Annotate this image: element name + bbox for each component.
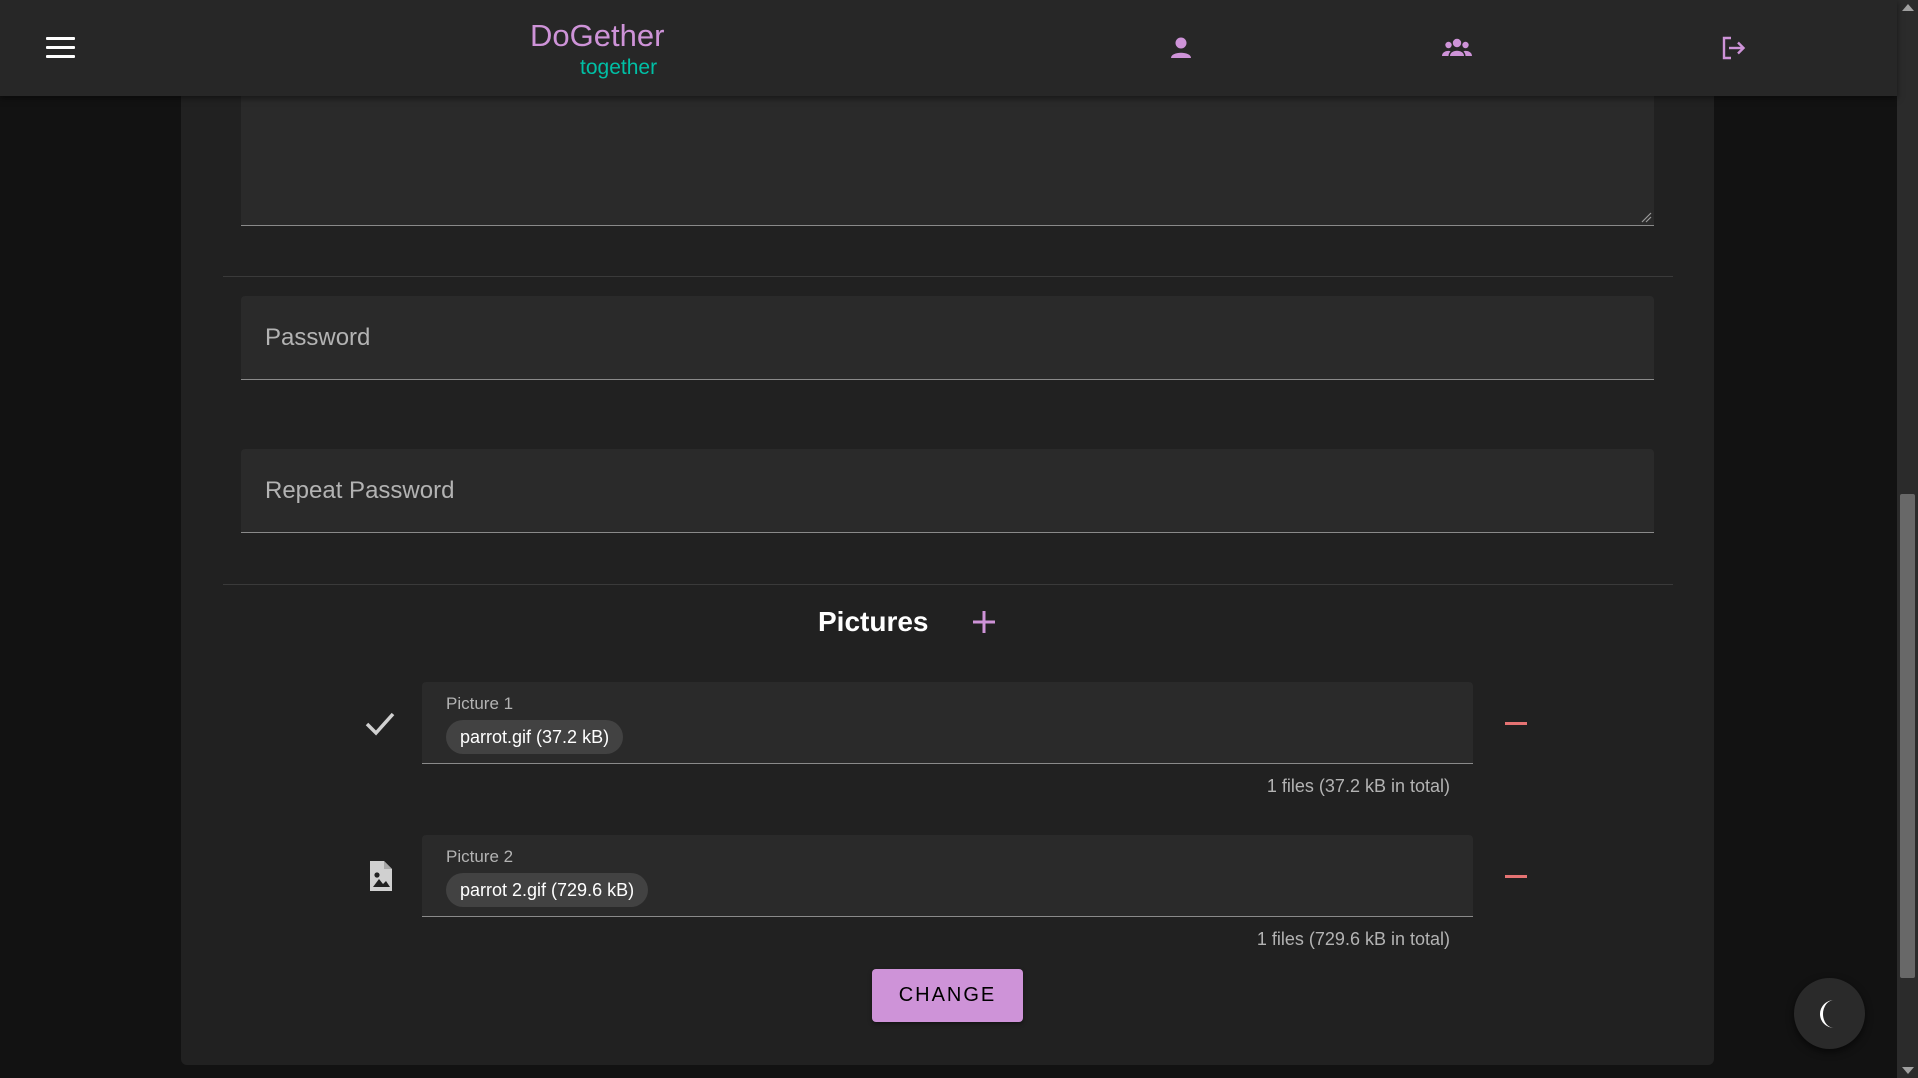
picture-1-total: 1 files (37.2 kB in total) [1266,776,1450,796]
app-subtitle: together [580,56,658,79]
remove-picture-2-button[interactable] [1500,861,1530,891]
person-icon[interactable] [1163,30,1199,66]
image-file-icon [360,856,400,896]
app-bar: DoGether together [0,0,1897,96]
minus-icon [1505,875,1527,878]
repeat-password-field[interactable]: Repeat Password [241,449,1654,533]
repeat-password-label: Repeat Password [265,477,455,504]
picture-1-file-chip: parrot.gif (37.2 kB) [446,720,624,754]
plus-icon [973,611,995,633]
change-button[interactable]: CHANGE [872,969,1023,1022]
picture-2-total: 1 files (729.6 kB in total) [1256,929,1450,949]
picture-2-file-input[interactable]: Picture 2 parrot 2.gif (729.6 kB) [422,835,1473,917]
logout-icon[interactable] [1715,30,1751,66]
pictures-title: Pictures [818,606,929,637]
section-divider [223,584,1673,585]
picture-1-file-input[interactable]: Picture 1 parrot.gif (37.2 kB) [422,682,1473,764]
group-icon[interactable] [1439,30,1475,66]
hamburger-menu-icon[interactable] [36,28,84,68]
description-textarea[interactable] [241,96,1654,226]
scroll-down-icon[interactable] [1902,1067,1914,1074]
password-label: Password [265,324,371,351]
check-icon [360,703,400,743]
page-scrollbar[interactable] [1897,0,1918,1078]
password-field[interactable]: Password [241,296,1654,380]
section-divider [223,276,1673,277]
resize-grip-icon[interactable] [1640,211,1652,223]
minus-icon [1505,722,1527,725]
app-title: DoGether [530,18,665,53]
picture-2-file-chip: parrot 2.gif (729.6 kB) [446,873,649,907]
scroll-up-icon[interactable] [1902,4,1914,11]
remove-picture-1-button[interactable] [1500,708,1530,738]
theme-toggle-button[interactable] [1794,978,1865,1049]
page: Password Repeat Password Pictures Pictur… [0,0,1918,1078]
moon-icon [1820,1000,1834,1028]
picture-1-label: Picture 1 [446,694,514,713]
brand-logo[interactable]: DoGether together [530,16,690,84]
scrollbar-thumb[interactable] [1900,494,1915,978]
picture-2-label: Picture 2 [446,847,514,866]
add-picture-button[interactable] [966,604,1002,640]
